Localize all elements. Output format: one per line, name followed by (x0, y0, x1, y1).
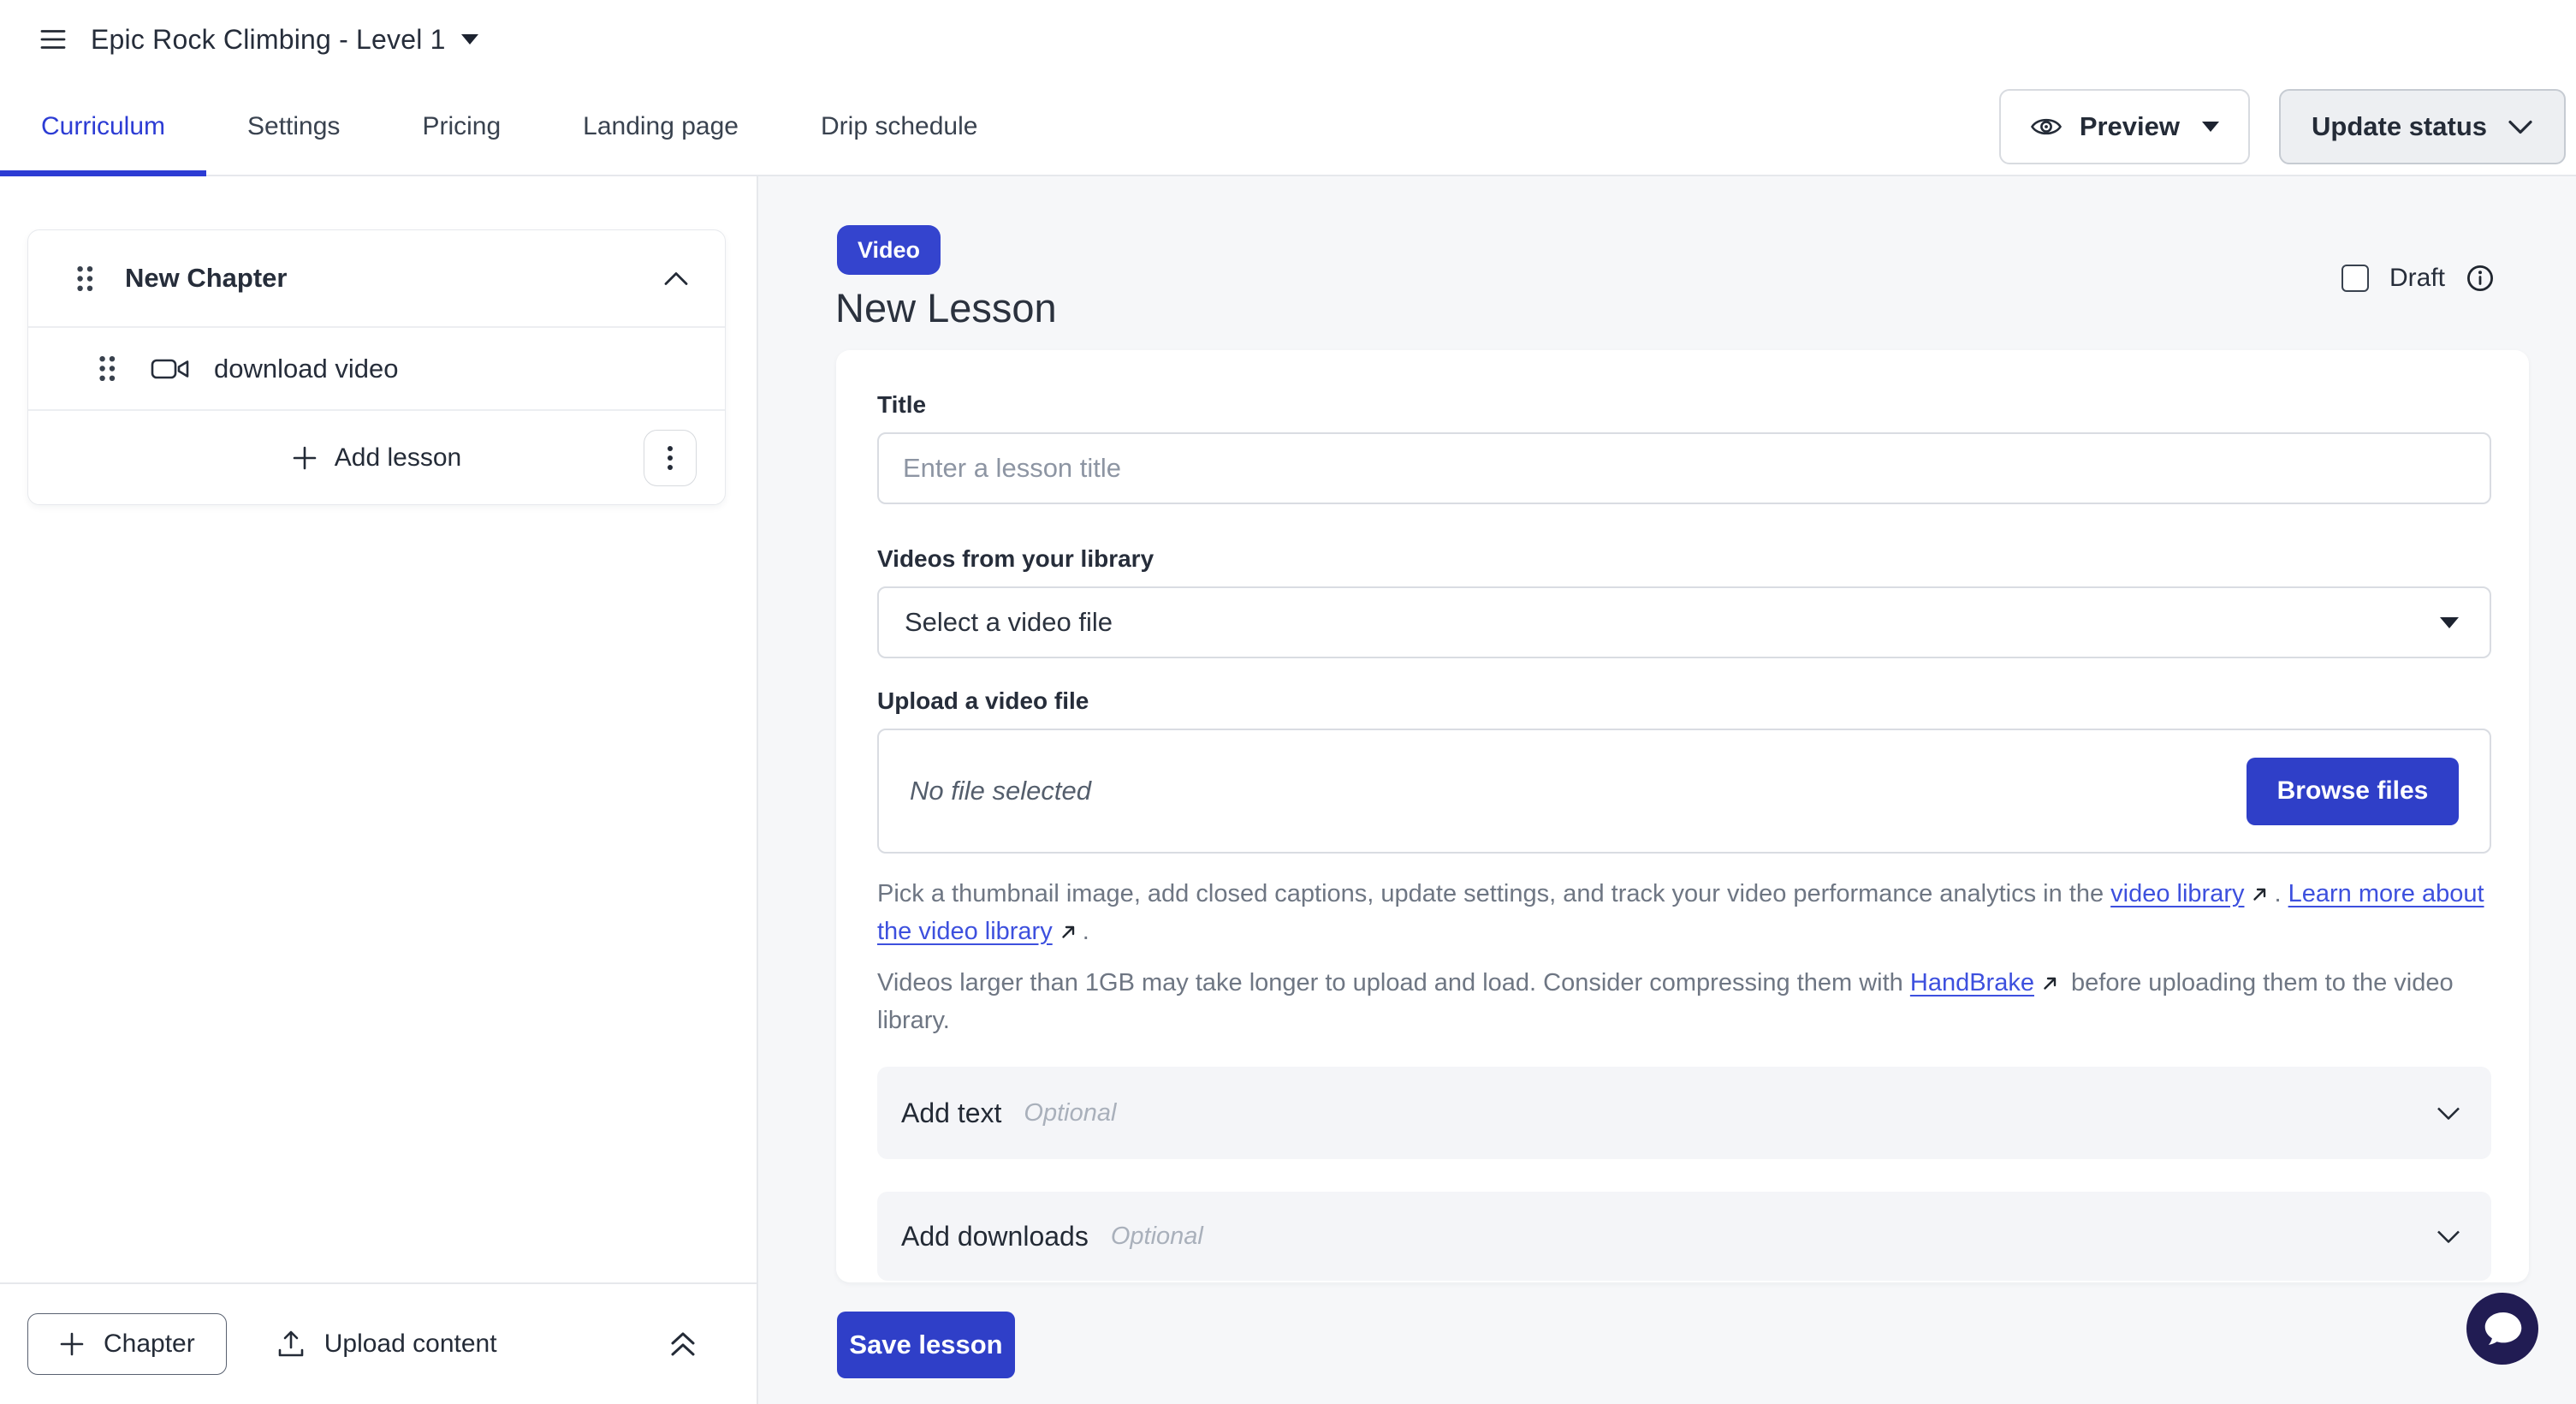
info-icon[interactable] (2466, 264, 2495, 293)
chapter-title: New Chapter (125, 263, 663, 294)
plus-icon (59, 1331, 85, 1357)
chapter-footer-row: Add lesson (28, 409, 725, 504)
lesson-editor-panel: Video New Lesson Draft Title Videos from… (758, 176, 2576, 1404)
help-text-segment: Videos larger than 1GB may take longer t… (877, 969, 1910, 996)
update-status-button[interactable]: Update status (2279, 89, 2566, 164)
handbrake-link[interactable]: HandBrake (1910, 969, 2034, 996)
chevron-down-icon (2435, 1228, 2462, 1245)
large-video-help-text: Videos larger than 1GB may take longer t… (877, 964, 2495, 1039)
video-library-select-value: Select a video file (905, 607, 1113, 638)
plus-icon (292, 445, 318, 471)
video-library-link[interactable]: video library (2110, 880, 2244, 907)
lesson-type-badge: Video (837, 225, 941, 275)
help-text-segment: Pick a thumbnail image, add closed capti… (877, 880, 2110, 907)
eye-icon (2030, 115, 2063, 139)
add-chapter-label: Chapter (104, 1330, 195, 1359)
chevron-down-icon (2508, 119, 2533, 135)
add-downloads-label: Add downloads (901, 1221, 1089, 1252)
lesson-row[interactable]: download video (28, 326, 725, 409)
external-link-icon (1059, 923, 1077, 941)
upload-field-label: Upload a video file (877, 687, 2490, 715)
upload-icon (276, 1329, 306, 1359)
save-lesson-button[interactable]: Save lesson (837, 1312, 1015, 1378)
upload-dropzone[interactable]: No file selected Browse files (877, 729, 2491, 854)
add-lesson-button[interactable]: Add lesson (292, 443, 461, 473)
chevron-up-icon[interactable] (663, 271, 689, 287)
video-library-help-text: Pick a thumbnail image, add closed capti… (877, 875, 2495, 950)
lesson-form-card: Title Videos from your library Select a … (836, 350, 2529, 1282)
video-library-select[interactable]: Select a video file (877, 586, 2491, 658)
tab-drip-schedule[interactable]: Drip schedule (780, 79, 1018, 175)
draft-toggle-row: Draft (2342, 264, 2495, 293)
file-status-text: No file selected (910, 776, 1091, 806)
course-title[interactable]: Epic Rock Climbing - Level 1 (91, 24, 446, 56)
library-field-label: Videos from your library (877, 545, 2490, 573)
video-camera-icon (151, 355, 190, 383)
add-downloads-accordion[interactable]: Add downloads Optional (877, 1192, 2491, 1281)
tab-bar: Curriculum Settings Pricing Landing page… (0, 79, 2576, 176)
kebab-icon (667, 445, 674, 471)
chevron-down-icon (2435, 1105, 2462, 1121)
collapse-all-chapters-icon[interactable] (668, 1329, 698, 1359)
tab-landing-page[interactable]: Landing page (542, 79, 780, 175)
sidebar-footer: Chapter Upload content (0, 1282, 757, 1404)
add-text-label: Add text (901, 1098, 1001, 1129)
chapter-options-button[interactable] (644, 430, 697, 486)
help-text-segment: . (1083, 918, 1089, 945)
course-dropdown-caret-icon[interactable] (461, 34, 478, 45)
page-title: New Lesson (835, 284, 1057, 331)
draft-label: Draft (2389, 264, 2445, 293)
drag-handle-icon[interactable] (76, 265, 94, 293)
preview-button-label: Preview (2080, 111, 2180, 142)
chapter-card: New Chapter download video (27, 229, 726, 505)
lesson-title-input[interactable] (877, 432, 2491, 504)
upload-content-label: Upload content (324, 1330, 497, 1359)
title-field-label: Title (877, 391, 2490, 419)
add-text-optional-hint: Optional (1024, 1099, 1116, 1127)
drag-handle-icon[interactable] (98, 354, 116, 383)
add-downloads-optional-hint: Optional (1111, 1223, 1203, 1251)
tab-pricing[interactable]: Pricing (381, 79, 542, 175)
hamburger-menu-icon[interactable] (34, 22, 72, 57)
preview-caret-icon (2202, 122, 2219, 132)
chat-widget-button[interactable] (2466, 1293, 2538, 1365)
external-link-icon (2041, 974, 2059, 992)
tab-settings[interactable]: Settings (206, 79, 381, 175)
upload-content-button[interactable]: Upload content (276, 1329, 497, 1359)
curriculum-sidebar: New Chapter download video (0, 176, 758, 1404)
add-lesson-label: Add lesson (335, 443, 461, 473)
help-text-segment: . (2274, 880, 2288, 907)
tab-curriculum[interactable]: Curriculum (0, 79, 206, 175)
chapter-header[interactable]: New Chapter (28, 230, 725, 326)
update-status-button-label: Update status (2312, 111, 2487, 142)
select-caret-icon (2440, 617, 2459, 628)
lesson-title: download video (214, 354, 398, 384)
draft-checkbox[interactable] (2342, 265, 2369, 292)
preview-button[interactable]: Preview (1999, 89, 2250, 164)
top-bar: Epic Rock Climbing - Level 1 (0, 0, 2576, 79)
add-chapter-button[interactable]: Chapter (27, 1313, 227, 1375)
add-text-accordion[interactable]: Add text Optional (877, 1067, 2491, 1159)
browse-files-button[interactable]: Browse files (2247, 758, 2459, 825)
external-link-icon (2251, 885, 2269, 903)
